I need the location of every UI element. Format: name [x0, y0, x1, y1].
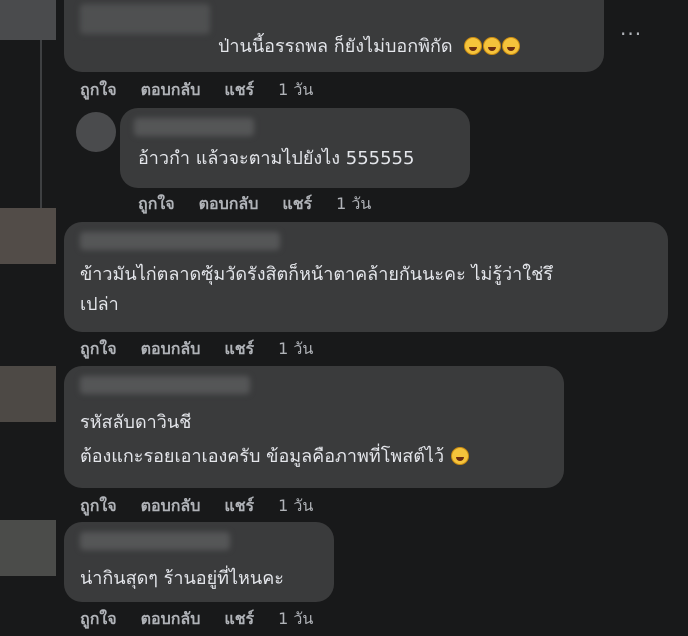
comment-text: อ้าวกำ แล้วจะตามไปยังไง 555555: [138, 148, 415, 169]
avatar[interactable]: [0, 520, 56, 576]
rofl-emoji-icon: [502, 37, 521, 55]
comment-actions: ถูกใจ ตอบกลับ แชร์ 1 วัน: [138, 192, 371, 217]
comment-actions: ถูกใจ ตอบกลับ แชร์ 1 วัน: [80, 78, 313, 103]
timestamp[interactable]: 1 วัน: [278, 494, 313, 519]
comment-text: รหัสลับดาวินชี ต้องแกะรอยเอาเองครับ ข้อม…: [80, 406, 469, 474]
comment-text: ป่านนี้อรรถพล ก็ยังไม่บอกพิกัด: [218, 32, 521, 62]
avatar[interactable]: [0, 366, 56, 422]
reply-button[interactable]: ตอบกลับ: [141, 494, 201, 519]
reply-button[interactable]: ตอบกลับ: [141, 337, 201, 362]
author-name[interactable]: [80, 232, 280, 250]
comment-text: น่ากินสุดๆ ร้านอยู่ที่ไหนคะ: [80, 568, 284, 589]
author-name[interactable]: [134, 118, 254, 136]
share-button[interactable]: แชร์: [224, 607, 254, 632]
like-button[interactable]: ถูกใจ: [138, 192, 175, 217]
reply-button[interactable]: ตอบกลับ: [141, 607, 201, 632]
like-button[interactable]: ถูกใจ: [80, 337, 117, 362]
share-button[interactable]: แชร์: [224, 494, 254, 519]
share-button[interactable]: แชร์: [282, 192, 312, 217]
rofl-emoji-icon: [483, 37, 502, 55]
avatar[interactable]: [0, 0, 56, 40]
share-button[interactable]: แชร์: [224, 78, 254, 103]
timestamp[interactable]: 1 วัน: [278, 78, 313, 103]
avatar[interactable]: [0, 208, 56, 264]
comment-actions: ถูกใจ ตอบกลับ แชร์ 1 วัน: [80, 337, 313, 362]
share-button[interactable]: แชร์: [224, 337, 254, 362]
comment-thread: ป่านนี้อรรถพล ก็ยังไม่บอกพิกัด ··· ถูกใจ…: [0, 0, 688, 636]
author-name[interactable]: [80, 376, 250, 394]
timestamp[interactable]: 1 วัน: [278, 607, 313, 632]
comment-actions: ถูกใจ ตอบกลับ แชร์ 1 วัน: [80, 494, 313, 519]
avatar[interactable]: [76, 112, 116, 152]
like-button[interactable]: ถูกใจ: [80, 607, 117, 632]
comment-actions: ถูกใจ ตอบกลับ แชร์ 1 วัน: [80, 607, 313, 632]
author-name[interactable]: [80, 532, 230, 550]
thread-line: [40, 40, 42, 210]
comment-text: ข้าวมันไก่ตลาดซุ้มวัดรังสิตก็หน้าตาคล้าย…: [80, 264, 553, 315]
timestamp[interactable]: 1 วัน: [336, 192, 371, 217]
rofl-emoji-icon: [450, 447, 469, 465]
timestamp[interactable]: 1 วัน: [278, 337, 313, 362]
like-button[interactable]: ถูกใจ: [80, 494, 117, 519]
like-button[interactable]: ถูกใจ: [80, 78, 117, 103]
reply-button[interactable]: ตอบกลับ: [199, 192, 259, 217]
more-options-icon[interactable]: ···: [620, 22, 642, 46]
author-name[interactable]: [80, 4, 210, 34]
reply-button[interactable]: ตอบกลับ: [141, 78, 201, 103]
rofl-emoji-icon: [464, 37, 483, 55]
